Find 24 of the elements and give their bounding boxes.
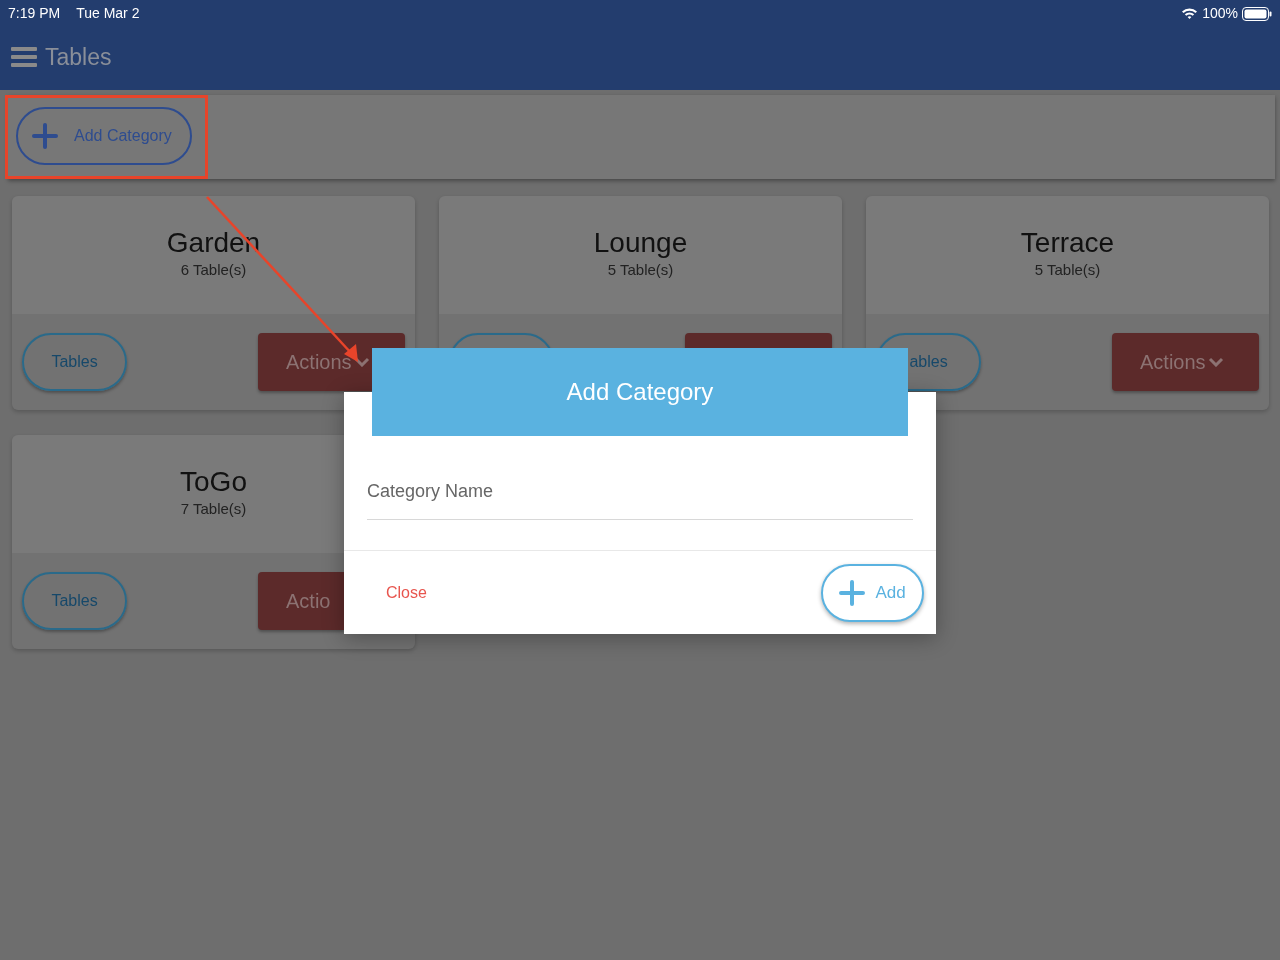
tables-button[interactable]: Tables [22,572,127,630]
category-name: Lounge [593,228,688,259]
actions-button[interactable]: Actio [258,572,344,630]
add-category-button[interactable]: Add Category [16,107,192,165]
add-button[interactable]: Add [821,564,924,622]
close-button[interactable]: Close [386,581,427,605]
dialog-title: Add Category [372,348,908,436]
plus-icon [32,123,58,149]
status-date: Tue Mar 2 [76,4,140,23]
table-count: 7 Table(s) [179,499,248,519]
table-count: 6 Table(s) [179,260,248,280]
table-count: 5 Table(s) [1033,260,1102,280]
actions-button[interactable]: Actions [1112,333,1259,391]
category-name: Terrace [1020,228,1115,259]
menu-icon[interactable] [11,46,37,68]
wifi-icon [1181,7,1199,20]
battery-percent: 100% [1202,4,1238,23]
tables-button[interactable]: Tables [22,333,127,391]
category-name: ToGo [180,467,247,498]
battery-icon [1242,6,1272,21]
table-count: 5 Table(s) [606,260,675,280]
page-title: Tables [45,42,112,72]
status-time: 7:19 PM [8,4,61,23]
plus-icon [839,580,866,606]
